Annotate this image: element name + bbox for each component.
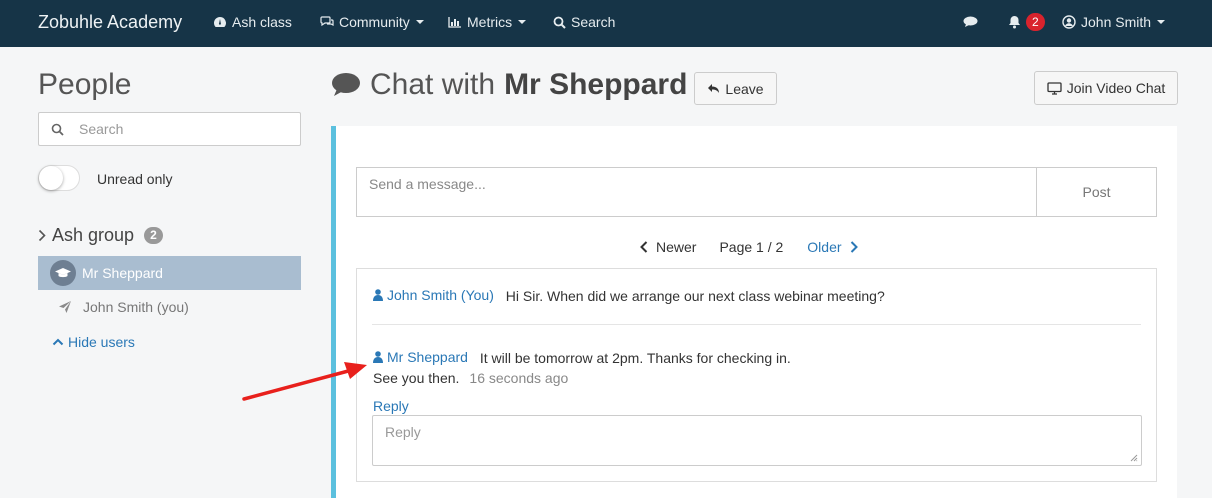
message-text-continued: See you then. (373, 370, 460, 386)
nav-ash-class-label: Ash class (232, 14, 292, 30)
chevron-up-icon (52, 338, 64, 346)
bar-chart-icon (448, 17, 461, 28)
message-author-name: John Smith (You) (387, 287, 494, 303)
user-item-john-smith[interactable]: John Smith (you) (38, 290, 301, 324)
chevron-right-icon (850, 241, 858, 253)
message-item: Mr Sheppard It will be tomorrow at 2pm. … (373, 347, 791, 388)
message-list: John Smith (You) Hi Sir. When did we arr… (356, 268, 1157, 482)
join-video-chat-label: Join Video Chat (1066, 80, 1166, 96)
user-item-name: John Smith (you) (83, 299, 189, 315)
message-divider (372, 324, 1141, 325)
user-circle-icon (1062, 15, 1076, 29)
send-icon (59, 301, 71, 313)
nav-search-label: Search (571, 14, 616, 30)
message-author-link[interactable]: John Smith (You) (373, 287, 494, 303)
chat-icon-button[interactable] (963, 16, 978, 28)
pagination: Newer Page 1 / 2 Older (640, 239, 858, 255)
chevron-down-icon (415, 20, 424, 24)
group-name: Ash group (52, 225, 135, 245)
message-timestamp: 16 seconds ago (469, 370, 569, 386)
older-link[interactable]: Older (807, 239, 858, 255)
chat-bubble-icon (332, 73, 360, 96)
group-count-badge: 2 (144, 227, 163, 244)
unread-only-label: Unread only (97, 171, 173, 187)
chat-title-prefix: Chat with (370, 68, 496, 101)
group-toggle[interactable]: Ash group 2 (38, 225, 163, 246)
chevron-down-icon (1157, 20, 1166, 24)
hide-users-label: Hide users (68, 334, 135, 350)
page-indicator: Page 1 / 2 (719, 239, 784, 255)
user-item-mr-sheppard[interactable]: Mr Sheppard (38, 256, 301, 290)
reply-textarea[interactable] (373, 416, 1141, 465)
leave-button[interactable]: Leave (694, 72, 777, 105)
chat-partner-name: Mr Sheppard (504, 68, 688, 101)
notifications-button[interactable]: 2 (1008, 13, 1045, 31)
chevron-left-icon (640, 241, 648, 253)
annotation-arrow (242, 362, 367, 401)
monitor-icon (1047, 81, 1062, 95)
resize-grip-icon[interactable] (1130, 454, 1138, 462)
newer-label: Newer (656, 239, 697, 255)
notification-count-badge: 2 (1026, 13, 1045, 31)
nav-search[interactable]: Search (553, 14, 615, 30)
graduation-cap-icon (50, 260, 76, 286)
message-text: Hi Sir. When did we arrange our next cla… (505, 288, 885, 304)
nav-metrics-dropdown[interactable]: Metrics (448, 14, 527, 30)
reply-link[interactable]: Reply (373, 398, 409, 414)
message-author-name: Mr Sheppard (387, 349, 468, 365)
nav-ash-class[interactable]: Ash class (213, 14, 292, 30)
user-name-label: John Smith (1081, 14, 1152, 30)
brand-link[interactable]: Zobuhle Academy (38, 12, 182, 33)
leave-label: Leave (725, 80, 764, 97)
user-menu-dropdown[interactable]: John Smith (1062, 14, 1166, 30)
post-button[interactable]: Post (1036, 167, 1157, 217)
reply-box (372, 415, 1142, 466)
people-search-input[interactable] (79, 119, 289, 139)
chat-title: Chat with Mr Sheppard (331, 68, 687, 102)
nav-community-label: Community (339, 14, 410, 30)
message-author-link[interactable]: Mr Sheppard (373, 347, 468, 367)
comments-icon (320, 16, 334, 27)
older-label: Older (807, 239, 842, 255)
nav-metrics-label: Metrics (467, 14, 513, 30)
chat-bubble-icon (963, 16, 978, 27)
message-text: It will be tomorrow at 2pm. Thanks for c… (479, 350, 791, 366)
user-item-name: Mr Sheppard (82, 265, 163, 281)
hide-users-link[interactable]: Hide users (52, 334, 135, 350)
top-navbar: Zobuhle Academy Ash class Community Metr… (0, 0, 1212, 47)
user-icon (373, 289, 383, 301)
join-video-chat-button[interactable]: Join Video Chat (1034, 71, 1178, 105)
post-label: Post (1082, 184, 1111, 200)
toggle-knob (39, 166, 63, 190)
search-icon (51, 123, 64, 136)
unread-only-toggle[interactable] (38, 165, 80, 191)
dashboard-icon (214, 17, 226, 27)
nav-community-dropdown[interactable]: Community (320, 14, 424, 30)
search-icon (553, 16, 566, 29)
bell-icon (1009, 16, 1020, 29)
people-heading: People (38, 68, 132, 101)
message-item: John Smith (You) Hi Sir. When did we arr… (373, 287, 885, 304)
people-search-box (38, 112, 301, 146)
message-input-box (356, 167, 1037, 217)
reply-arrow-icon (708, 84, 720, 93)
chevron-right-icon (38, 229, 46, 242)
newer-link[interactable]: Newer (640, 239, 696, 255)
message-input[interactable] (369, 176, 1019, 192)
chevron-down-icon (518, 20, 527, 24)
